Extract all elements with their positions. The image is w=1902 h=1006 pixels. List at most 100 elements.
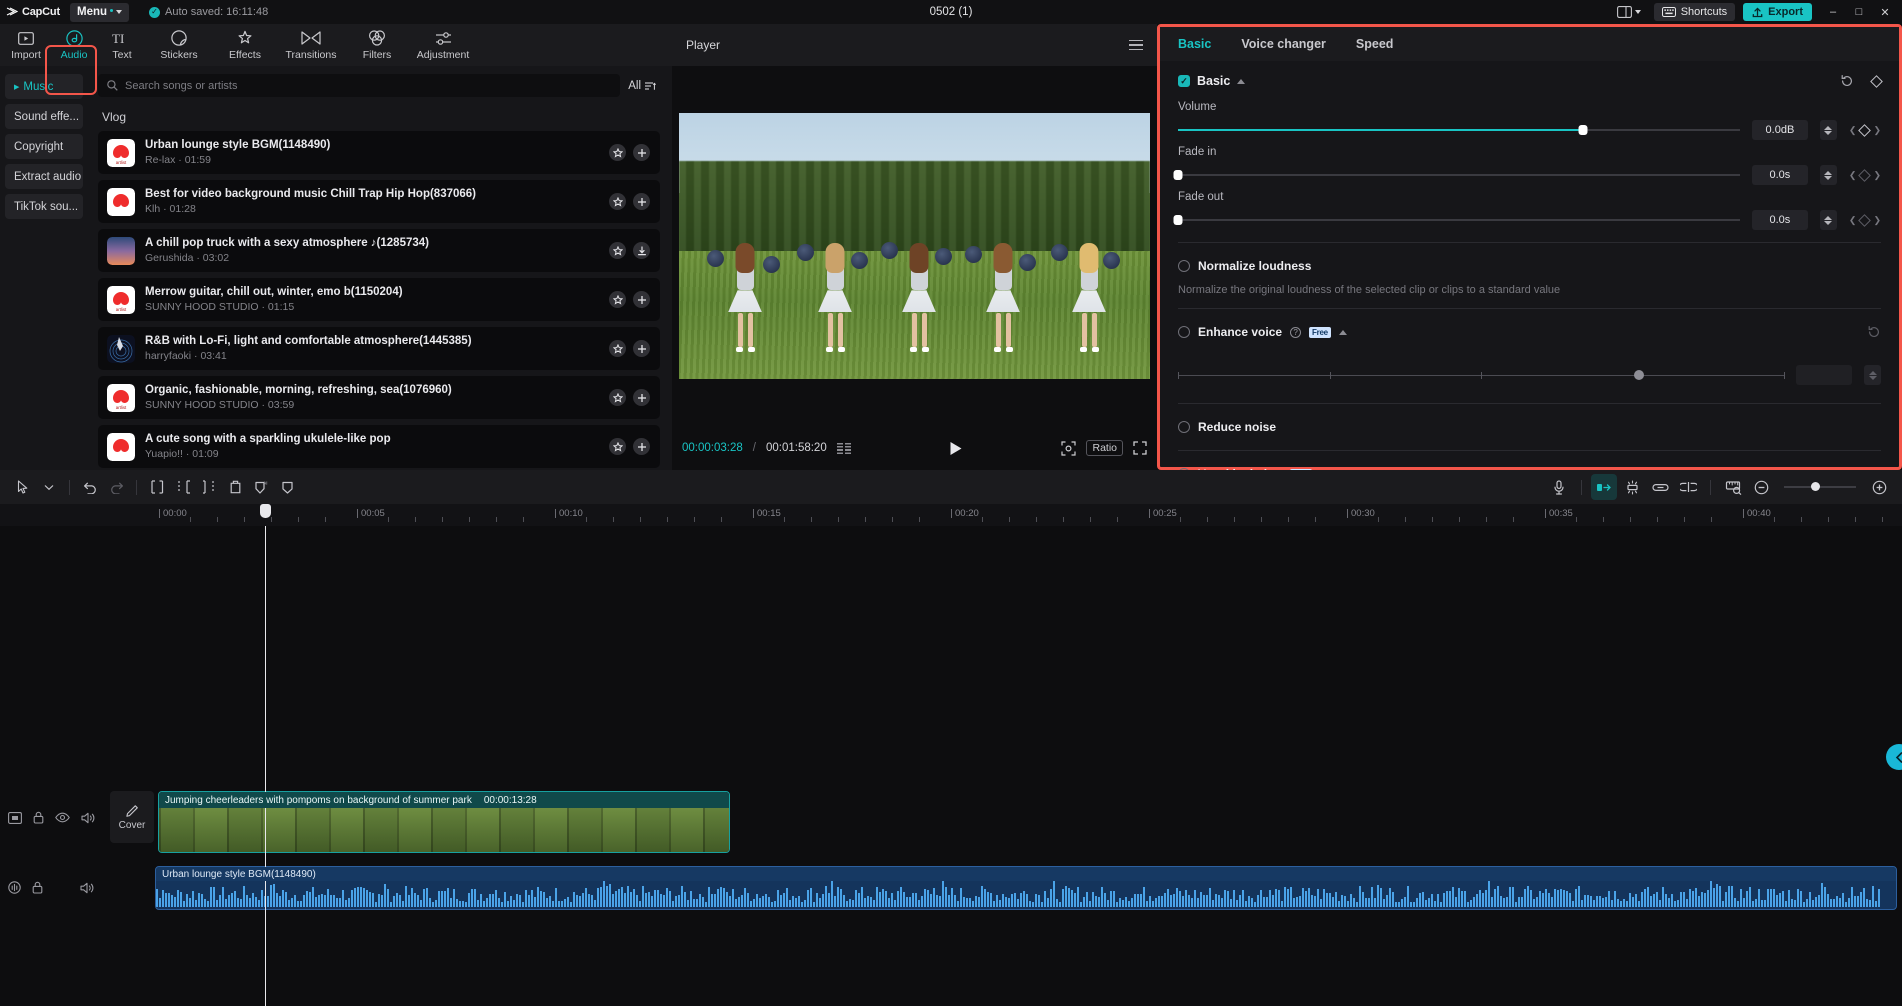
add-to-timeline-icon[interactable] <box>633 291 650 308</box>
playhead[interactable] <box>265 526 266 1006</box>
enhance-voice-row[interactable]: Enhance voice ? Free <box>1178 321 1881 343</box>
category-extract-audio[interactable]: Extract audio <box>5 164 83 189</box>
favorite-star-icon[interactable] <box>609 144 626 161</box>
export-button[interactable]: Export <box>1743 3 1812 21</box>
filter-all-button[interactable]: All <box>628 80 660 92</box>
ai-mask-icon[interactable]: AI <box>248 474 274 500</box>
mask-icon[interactable] <box>274 474 300 500</box>
tab-voice-changer[interactable]: Voice changer <box>1241 37 1326 51</box>
favorite-star-icon[interactable] <box>609 389 626 406</box>
mute-speaker-icon[interactable] <box>80 881 95 894</box>
tab-effects[interactable]: Effects <box>212 24 278 66</box>
auto-caption-icon[interactable] <box>1591 474 1617 500</box>
favorite-star-icon[interactable] <box>609 340 626 357</box>
microphone-icon[interactable] <box>1546 474 1572 500</box>
fade-out-slider[interactable] <box>1178 219 1740 221</box>
tab-basic[interactable]: Basic <box>1178 37 1211 51</box>
keyframe-diamond-icon[interactable] <box>1859 214 1872 227</box>
minimize-button[interactable]: – <box>1820 0 1846 24</box>
chevron-up-icon[interactable] <box>1237 79 1245 84</box>
tab-speed[interactable]: Speed <box>1356 37 1394 51</box>
shortcuts-button[interactable]: Shortcuts <box>1654 3 1735 21</box>
redo-icon[interactable] <box>103 474 129 500</box>
fade-in-slider[interactable] <box>1178 174 1740 176</box>
reset-icon[interactable] <box>1867 325 1881 339</box>
music-track-row[interactable]: artlist Organic, fashionable, morning, r… <box>98 376 660 419</box>
keyframe-diamond-icon[interactable] <box>1859 124 1872 137</box>
keyframe-prev-icon[interactable]: ❮ <box>1849 170 1857 181</box>
tab-text[interactable]: TI Text <box>98 24 146 66</box>
split-icon[interactable] <box>170 474 196 500</box>
frames-view-icon[interactable] <box>837 443 851 454</box>
reduce-noise-row[interactable]: Reduce noise <box>1178 416 1881 438</box>
tab-audio[interactable]: Audio <box>50 24 98 66</box>
keyframe-next-icon[interactable]: ❯ <box>1873 215 1881 226</box>
keyframe-next-icon[interactable]: ❯ <box>1873 170 1881 181</box>
video-clip[interactable]: Jumping cheerleaders with pompoms on bac… <box>158 791 730 853</box>
chevron-down-icon[interactable] <box>36 474 62 500</box>
add-to-timeline-icon[interactable] <box>633 340 650 357</box>
fade-in-value[interactable]: 0.0s <box>1752 165 1808 185</box>
volume-value[interactable]: 0.0dB <box>1752 120 1808 140</box>
category-copyright[interactable]: Copyright <box>5 134 83 159</box>
unlink-icon[interactable] <box>1675 474 1701 500</box>
layout-button[interactable] <box>1612 4 1646 20</box>
search-input[interactable]: Search songs or artists <box>98 74 620 97</box>
audio-wave-toggle-icon[interactable] <box>8 881 21 894</box>
basic-checkbox[interactable]: ✓ <box>1178 75 1190 87</box>
category-tiktok-sounds[interactable]: TikTok sou... <box>5 194 83 219</box>
reset-icon[interactable] <box>1840 74 1854 88</box>
zoom-out-icon[interactable] <box>1748 474 1774 500</box>
split-right-icon[interactable] <box>196 474 222 500</box>
playhead-handle-icon[interactable] <box>260 504 271 518</box>
add-to-timeline-icon[interactable] <box>633 389 650 406</box>
music-track-row[interactable]: R&B with Lo-Fi, light and comfortable at… <box>98 327 660 370</box>
link-icon[interactable] <box>1647 474 1673 500</box>
intensity-value[interactable] <box>1796 365 1852 385</box>
track-thumbnail-toggle-icon[interactable] <box>8 811 22 824</box>
music-track-row[interactable]: artlist Merrow guitar, chill out, winter… <box>98 278 660 321</box>
close-button[interactable]: ✕ <box>1872 0 1898 24</box>
favorite-star-icon[interactable] <box>609 193 626 210</box>
eye-visibility-icon[interactable] <box>55 811 70 824</box>
maximize-button[interactable]: □ <box>1846 0 1872 24</box>
keyframe-prev-icon[interactable]: ❮ <box>1849 125 1857 136</box>
volume-stepper[interactable] <box>1820 120 1837 140</box>
fit-to-screen-icon[interactable] <box>1061 441 1076 456</box>
enhance-voice-checkbox[interactable] <box>1178 326 1190 338</box>
keyframe-diamond-icon[interactable] <box>1870 75 1883 88</box>
keyframe-next-icon[interactable]: ❯ <box>1873 125 1881 136</box>
music-track-row[interactable]: Best for video background music Chill Tr… <box>98 180 660 223</box>
normalize-loudness-checkbox[interactable] <box>1178 260 1190 272</box>
delete-icon[interactable] <box>222 474 248 500</box>
play-button[interactable] <box>949 441 963 456</box>
fade-in-stepper[interactable] <box>1820 165 1837 185</box>
tab-import[interactable]: Import <box>2 24 50 66</box>
zoom-slider[interactable] <box>1784 486 1856 488</box>
ruler-zoom-icon[interactable] <box>1720 474 1746 500</box>
intensity-stepper[interactable] <box>1864 365 1881 385</box>
reduce-noise-checkbox[interactable] <box>1178 421 1190 433</box>
favorite-star-icon[interactable] <box>609 438 626 455</box>
volume-slider[interactable] <box>1178 129 1740 131</box>
fade-out-value[interactable]: 0.0s <box>1752 210 1808 230</box>
lock-icon[interactable] <box>33 811 44 824</box>
intensity-slider[interactable] <box>1178 375 1784 376</box>
adjust-icon[interactable] <box>1619 474 1645 500</box>
select-tool-icon[interactable] <box>10 474 36 500</box>
expand-panel-button[interactable] <box>1886 744 1902 770</box>
normalize-loudness-row[interactable]: Normalize loudness <box>1178 255 1881 277</box>
lock-icon[interactable] <box>32 881 43 894</box>
audio-clip[interactable]: Urban lounge style BGM(1148490) <box>155 866 1897 910</box>
keyframe-diamond-icon[interactable] <box>1859 169 1872 182</box>
favorite-star-icon[interactable] <box>609 242 626 259</box>
timeline-ruler[interactable]: 00:00 00:05 00:10 00:15 00:20 00:25 00:3… <box>0 504 1902 526</box>
add-to-timeline-icon[interactable] <box>633 144 650 161</box>
tab-filters[interactable]: Filters <box>344 24 410 66</box>
music-track-row[interactable]: artlist Urban lounge style BGM(1148490) … <box>98 131 660 174</box>
split-left-icon[interactable] <box>144 474 170 500</box>
chevron-up-icon[interactable] <box>1339 330 1347 335</box>
timeline-area[interactable]: Cover Jumping cheerleaders with pompoms … <box>0 526 1902 1006</box>
fullscreen-icon[interactable] <box>1133 441 1147 455</box>
fade-out-stepper[interactable] <box>1820 210 1837 230</box>
